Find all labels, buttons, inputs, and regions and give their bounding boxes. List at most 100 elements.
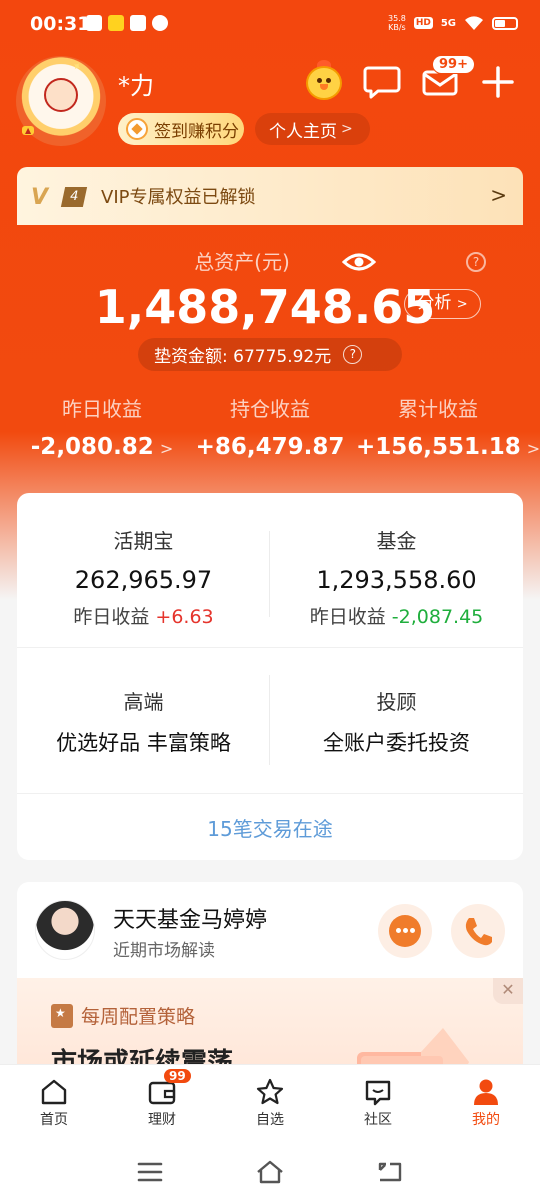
advisor-avatar bbox=[35, 900, 95, 960]
chevron-right-icon: > bbox=[159, 439, 174, 458]
tab-wealth[interactable]: 理财 bbox=[108, 1065, 216, 1129]
profile-home-button[interactable]: 个人主页 > bbox=[255, 113, 370, 145]
checkin-points-label: 签到赚积分 bbox=[154, 121, 239, 142]
bottom-tab-bar: 首页 理财 自选 社区 我的 99 bbox=[0, 1064, 540, 1140]
tab-label: 我的 bbox=[472, 1112, 500, 1128]
status-bar: 00:31 35.8 KB/s HD 5G bbox=[0, 0, 540, 50]
divider bbox=[17, 793, 523, 794]
earnings-holding[interactable]: +86,479.87 bbox=[180, 434, 360, 460]
message-icon[interactable] bbox=[360, 60, 404, 104]
signal-5g-icon: 5G bbox=[440, 17, 456, 29]
plus-icon[interactable] bbox=[476, 60, 520, 104]
help-icon[interactable]: ? bbox=[343, 345, 363, 364]
hd-icon: HD bbox=[413, 17, 433, 29]
tab-label: 理财 bbox=[148, 1112, 176, 1128]
mail-badge: 99+ bbox=[432, 55, 475, 74]
mascot-chick-icon[interactable] bbox=[302, 60, 346, 104]
checkin-points-button[interactable]: 签到赚积分 bbox=[118, 113, 244, 145]
huoqibao-sub: 昨日收益 +6.63 bbox=[17, 602, 270, 629]
huoqibao-cell[interactable]: 活期宝 262,965.97 昨日收益 +6.63 bbox=[17, 525, 270, 629]
earnings-label-yesterday: 昨日收益 bbox=[62, 397, 142, 421]
fund-sub-value: -2,087.45 bbox=[391, 606, 484, 628]
huoqibao-sub-label: 昨日收益 bbox=[73, 606, 150, 628]
vip-level: 4 bbox=[60, 187, 88, 207]
analyze-button[interactable]: 分析 > bbox=[404, 289, 481, 319]
earnings-total[interactable]: +156,551.18 > bbox=[356, 434, 540, 460]
menu-icon[interactable] bbox=[136, 1160, 164, 1184]
system-nav-bar bbox=[0, 1140, 540, 1204]
back-icon[interactable] bbox=[376, 1160, 404, 1184]
year-ribbon-icon: ✦ bbox=[69, 58, 85, 75]
earnings-yesterday[interactable]: -2,080.82 > bbox=[12, 434, 192, 460]
transit-trades-link[interactable]: 15笔交易在途 bbox=[17, 813, 523, 842]
app-notification-icon bbox=[108, 15, 124, 31]
coin-icon bbox=[126, 118, 148, 140]
chevron-right-icon: > bbox=[456, 297, 468, 312]
total-assets-label-row: 总资产(元) bbox=[0, 246, 540, 275]
total-assets-value: 1,488,748.65 bbox=[94, 280, 436, 334]
app-notification-icon bbox=[130, 15, 146, 31]
home-icon bbox=[39, 1077, 69, 1107]
tab-watchlist[interactable]: 自选 bbox=[216, 1065, 324, 1129]
app-notification-icon bbox=[86, 15, 102, 31]
margin-amount-text: 垫资金额: 67775.92元 bbox=[154, 347, 332, 367]
chevron-right-icon: > bbox=[490, 183, 507, 207]
person-icon bbox=[471, 1077, 501, 1107]
huoqibao-value: 262,965.97 bbox=[74, 566, 213, 594]
total-assets-label: 总资产(元) bbox=[194, 250, 290, 274]
phone-icon[interactable] bbox=[451, 904, 505, 958]
advisor-desc: 近期市场解读 bbox=[113, 941, 215, 961]
home-nav-icon[interactable] bbox=[255, 1158, 285, 1186]
huoqibao-title: 活期宝 bbox=[113, 529, 174, 553]
tab-label: 首页 bbox=[40, 1112, 68, 1128]
premium-cell[interactable]: 高端 优选好品 丰富策略 bbox=[17, 686, 270, 757]
bookmark-icon bbox=[51, 1003, 73, 1028]
status-time: 00:31 bbox=[30, 13, 91, 35]
advisory-cell[interactable]: 投顾 全账户委托投资 bbox=[270, 686, 523, 757]
network-speed: 35.8 KB/s bbox=[388, 14, 406, 32]
margin-amount-pill[interactable]: 垫资金额: 67775.92元 ? bbox=[138, 338, 402, 371]
fund-cell[interactable]: 基金 1,293,558.60 昨日收益 -2,087.45 bbox=[270, 525, 523, 629]
premium-desc: 优选好品 丰富策略 bbox=[56, 731, 231, 755]
fund-value: 1,293,558.60 bbox=[316, 566, 477, 594]
star-icon bbox=[255, 1077, 285, 1107]
chat-icon[interactable] bbox=[378, 904, 432, 958]
earnings-value: -2,080.82 bbox=[30, 434, 154, 460]
products-card: 活期宝 262,965.97 昨日收益 +6.63 基金 1,293,558.6… bbox=[17, 493, 523, 860]
tab-community[interactable]: 社区 bbox=[324, 1065, 432, 1129]
divider bbox=[17, 647, 523, 648]
eye-icon[interactable] bbox=[341, 248, 377, 276]
wechat-icon bbox=[152, 15, 168, 31]
earnings-label-total: 累计收益 bbox=[398, 397, 478, 421]
huoqibao-sub-value: +6.63 bbox=[155, 606, 214, 628]
vip-level-icon: V 4 bbox=[31, 181, 89, 211]
close-icon[interactable]: ✕ bbox=[493, 978, 523, 1004]
advisory-desc: 全账户委托投资 bbox=[323, 731, 470, 755]
avatar-character-icon bbox=[44, 78, 78, 112]
notification-icons bbox=[86, 15, 168, 31]
avatar[interactable]: ✦ ▲ bbox=[16, 56, 106, 146]
battery-icon bbox=[492, 16, 518, 30]
username: *力 bbox=[118, 72, 154, 100]
status-right: 35.8 KB/s HD 5G bbox=[388, 14, 518, 32]
advisory-title: 投顾 bbox=[376, 690, 417, 714]
earnings-value: +156,551.18 bbox=[356, 434, 521, 460]
strategy-tag-label: 每周配置策略 bbox=[81, 1006, 196, 1028]
help-icon[interactable]: ? bbox=[466, 252, 486, 272]
strategy-tag: 每周配置策略 bbox=[51, 1002, 195, 1029]
earnings-label-holding: 持仓收益 bbox=[230, 397, 310, 421]
chevron-right-icon: > bbox=[341, 121, 353, 137]
vip-text: VIP专属权益已解锁 bbox=[101, 187, 256, 208]
vip-banner[interactable]: V 4 VIP专属权益已解锁 > bbox=[17, 167, 523, 225]
premium-title: 高端 bbox=[123, 690, 164, 714]
community-icon bbox=[363, 1077, 393, 1107]
fund-sub-label: 昨日收益 bbox=[309, 606, 386, 628]
fund-title: 基金 bbox=[376, 529, 417, 553]
avatar-tag-icon: ▲ bbox=[22, 126, 35, 135]
earnings-value: +86,479.87 bbox=[195, 434, 345, 460]
wifi-icon bbox=[465, 16, 483, 30]
tab-mine[interactable]: 我的 bbox=[432, 1065, 540, 1129]
analyze-label: 分析 bbox=[417, 293, 452, 313]
tab-home[interactable]: 首页 bbox=[0, 1065, 108, 1129]
advisor-name: 天天基金马婷婷 bbox=[113, 908, 268, 933]
